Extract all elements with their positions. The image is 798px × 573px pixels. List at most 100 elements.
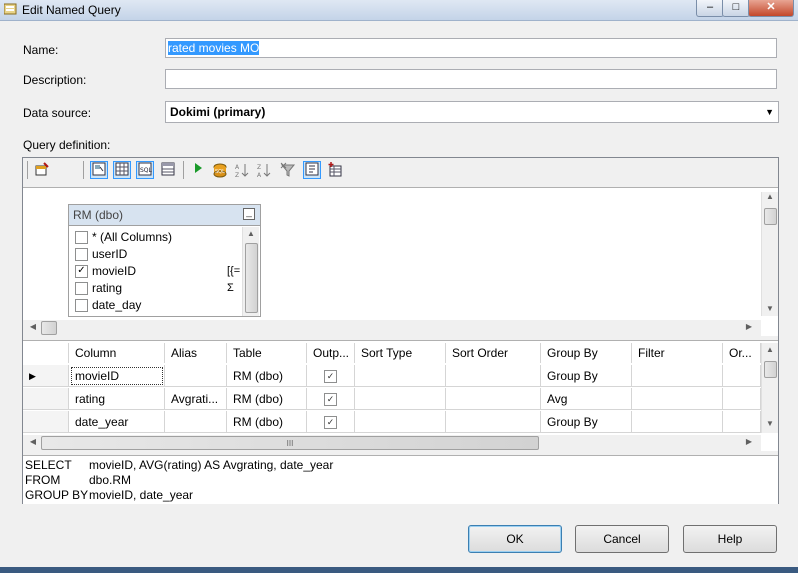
grid-header-or[interactable]: Or... [723, 343, 761, 363]
datasource-select[interactable]: Dokimi (primary) ▼ [165, 101, 779, 123]
row-selector[interactable] [23, 411, 69, 433]
add-table-button[interactable] [33, 161, 51, 179]
scroll-thumb[interactable]: III [41, 436, 539, 450]
grid-header-alias[interactable]: Alias [165, 343, 227, 363]
column-checkbox[interactable]: ✓ [75, 265, 88, 279]
scroll-right-icon[interactable]: ▶ [741, 437, 757, 446]
grid-cell-sort-type[interactable] [355, 365, 446, 387]
grid-cell-sort-order[interactable] [446, 411, 541, 433]
table-box-rm[interactable]: RM (dbo) _ * (All Columns) userID ✓ movieID… [68, 204, 261, 317]
grid-cell-column[interactable]: rating [69, 388, 165, 410]
run-query-button[interactable] [189, 161, 207, 179]
name-field[interactable]: rated movies MO [165, 38, 777, 58]
grid-header-sort-type[interactable]: Sort Type [355, 343, 446, 363]
grid-cell-alias[interactable] [165, 365, 227, 387]
criteria-grid[interactable]: Column Alias Table Outp... Sort Type Sort Ord… [23, 340, 778, 451]
close-button[interactable]: ✕ [748, 0, 794, 17]
scroll-thumb[interactable] [764, 361, 777, 378]
scroll-thumb[interactable] [245, 243, 258, 313]
grid-header-sort-order[interactable]: Sort Order [446, 343, 541, 363]
grid-cell-column[interactable]: date_year [69, 411, 165, 433]
output-checkbox[interactable]: ✓ [324, 416, 337, 430]
grid-cell-output[interactable]: ✓ [307, 388, 355, 410]
grid-header-output[interactable]: Outp... [307, 343, 355, 363]
grid-cell-table[interactable]: RM (dbo) [227, 365, 307, 387]
row-selector[interactable]: ▶ [23, 365, 69, 387]
table-column-item[interactable]: * (All Columns) [75, 229, 172, 246]
grid-cell-filter[interactable] [632, 388, 723, 410]
grid-cell-sort-type[interactable] [355, 388, 446, 410]
grid-cell-or[interactable] [723, 388, 761, 410]
scroll-thumb[interactable] [41, 321, 57, 335]
grid-cell-group-by[interactable]: Avg [541, 388, 632, 410]
table-column-item[interactable]: ✓ movieID [75, 263, 136, 280]
table-column-item[interactable]: rating [75, 280, 122, 297]
add-group-by-button[interactable] [303, 161, 321, 179]
grid-header-table[interactable]: Table [227, 343, 307, 363]
verify-sql-button[interactable]: SQL [211, 161, 229, 179]
diagram-horizontal-scrollbar[interactable]: ◀ ▶ [23, 320, 761, 336]
column-checkbox[interactable] [75, 248, 88, 262]
table-column-item[interactable]: userID [75, 246, 127, 263]
add-table-grid-button[interactable] [326, 161, 344, 179]
row-selector[interactable] [23, 388, 69, 410]
diagram-vertical-scrollbar[interactable]: ▲ ▼ [761, 192, 778, 316]
sql-pane[interactable]: SELECT movieID, AVG(rating) AS Avgrating,… [23, 455, 778, 504]
grid-cell-table[interactable]: RM (dbo) [227, 411, 307, 433]
scroll-right-icon[interactable]: ▶ [741, 322, 757, 331]
cancel-button[interactable]: Cancel [575, 525, 669, 553]
sql-clause: movieID, AVG(rating) AS Avgrating, date_… [89, 458, 334, 472]
grid-cell-output[interactable]: ✓ [307, 411, 355, 433]
maximize-button[interactable]: □ [722, 0, 750, 17]
taskbar [0, 567, 798, 573]
output-checkbox[interactable]: ✓ [324, 393, 337, 407]
grid-cell-sort-order[interactable] [446, 388, 541, 410]
grid-cell-group-by[interactable]: Group By [541, 365, 632, 387]
grid-cell-sort-order[interactable] [446, 365, 541, 387]
sql-pane-button[interactable]: SQL [136, 161, 154, 179]
description-field[interactable] [165, 69, 777, 89]
results-pane-button[interactable] [159, 161, 177, 179]
minimize-table-icon[interactable]: _ [243, 208, 255, 220]
grid-cell-alias[interactable] [165, 411, 227, 433]
scroll-up-icon[interactable]: ▲ [762, 192, 778, 201]
help-button[interactable]: Help [683, 525, 777, 553]
grid-cell-filter[interactable] [632, 411, 723, 433]
minimize-button[interactable]: ‒ [696, 0, 724, 17]
grid-cell-group-by[interactable]: Group By [541, 411, 632, 433]
scroll-left-icon[interactable]: ◀ [25, 437, 41, 446]
diagram-pane-button[interactable] [90, 161, 108, 179]
grid-vertical-scrollbar[interactable]: ▲ ▼ [761, 343, 778, 433]
grid-cell-or[interactable] [723, 365, 761, 387]
grid-cell-column[interactable]: movieID [69, 365, 165, 387]
column-checkbox[interactable] [75, 231, 88, 245]
grid-cell-table[interactable]: RM (dbo) [227, 388, 307, 410]
sort-ascending-button[interactable]: AZ [233, 161, 251, 179]
scroll-left-icon[interactable]: ◀ [25, 322, 41, 331]
grid-cell-output[interactable]: ✓ [307, 365, 355, 387]
grid-header-group-by[interactable]: Group By [541, 343, 632, 363]
table-box-header[interactable]: RM (dbo) _ [69, 205, 260, 226]
table-column-item[interactable]: date_day [75, 297, 141, 314]
column-label: rating [92, 281, 123, 295]
grid-cell-or[interactable] [723, 411, 761, 433]
scroll-down-icon[interactable]: ▼ [762, 304, 778, 313]
scroll-down-icon[interactable]: ▼ [762, 419, 778, 428]
column-checkbox[interactable] [75, 282, 88, 296]
ok-button[interactable]: OK [468, 525, 562, 553]
grid-cell-filter[interactable] [632, 365, 723, 387]
column-checkbox[interactable] [75, 299, 88, 313]
sort-descending-button[interactable]: ZA [255, 161, 273, 179]
grid-cell-alias[interactable]: Avgrati... [165, 388, 227, 410]
grid-header-filter[interactable]: Filter [632, 343, 723, 363]
grid-header-column[interactable]: Column [69, 343, 165, 363]
grid-cell-sort-type[interactable] [355, 411, 446, 433]
scroll-up-icon[interactable]: ▲ [243, 229, 259, 238]
scroll-thumb[interactable] [764, 208, 777, 225]
grid-horizontal-scrollbar[interactable]: ◀ III ▶ [23, 435, 761, 451]
scroll-up-icon[interactable]: ▲ [762, 345, 778, 354]
table-box-scrollbar[interactable]: ▲ [242, 227, 259, 316]
output-checkbox[interactable]: ✓ [324, 370, 337, 384]
grid-pane-button[interactable] [113, 161, 131, 179]
remove-filter-button[interactable] [279, 161, 297, 179]
